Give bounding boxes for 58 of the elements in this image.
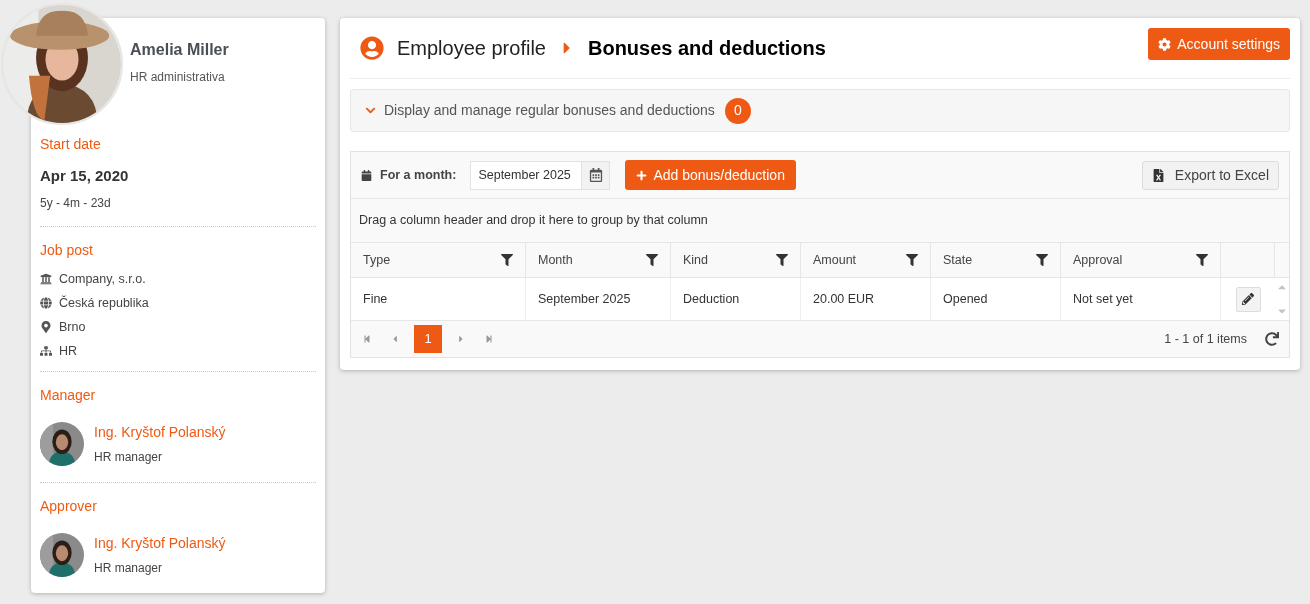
person-role: HR manager: [94, 449, 164, 466]
table-cell: September 2025: [526, 278, 671, 320]
filter-icon: [906, 254, 918, 266]
first-page-icon[interactable]: [363, 335, 371, 343]
table-cell: Opened: [931, 278, 1061, 320]
user-icon: [360, 36, 384, 60]
section-label: Manager: [40, 386, 97, 405]
map-pin-icon: [40, 321, 52, 333]
job-detail: Česká republika: [59, 294, 149, 312]
column-header[interactable]: Type: [351, 243, 526, 277]
job-detail: HR: [59, 342, 78, 360]
breadcrumb-link[interactable]: Employee profile: [397, 33, 546, 63]
filter-icon: [1196, 254, 1208, 266]
plus-icon: [636, 169, 648, 181]
tenure-duration: 5y - 4m - 23d: [40, 195, 112, 212]
calendar-icon: [588, 168, 603, 182]
month-picker[interactable]: September 2025: [470, 160, 611, 190]
section-label: Job post: [40, 241, 94, 260]
table-cell: Fine: [351, 278, 526, 320]
table-cell: 20.00 EUR: [801, 278, 931, 320]
bank-building-icon: [40, 273, 52, 285]
job-detail: Brno: [59, 318, 86, 336]
group-hint: Drag a column header and drop it here to group by that column: [351, 199, 1289, 243]
table-cell: Not set yet: [1061, 278, 1221, 320]
job-detail: Company, s.r.o.: [59, 270, 146, 288]
column-header[interactable]: Approval: [1061, 243, 1221, 277]
person-link[interactable]: Ing. Kryštof Polanský: [94, 533, 226, 554]
filter-icon: [646, 254, 658, 266]
person-role: HR manager: [94, 560, 164, 577]
table-cell: Deduction: [671, 278, 801, 320]
section-label: Start date: [40, 134, 102, 154]
column-header[interactable]: Amount: [801, 243, 931, 277]
person-link[interactable]: Ing. Kryštof Polanský: [94, 422, 226, 443]
count-badge: 0: [724, 97, 751, 124]
filter-icon: [501, 254, 513, 266]
export-button[interactable]: Export to Excel: [1141, 160, 1279, 190]
start-date: Apr 15, 2020: [40, 165, 130, 186]
accordion-header[interactable]: Display and manage regular bonuses and deductions 0: [350, 89, 1290, 132]
pager-summary: 1 - 1 of 1 items: [1164, 330, 1247, 348]
employee-role: HR administrativa: [130, 69, 226, 86]
refresh-icon[interactable]: [1265, 332, 1279, 346]
filter-icon: [776, 254, 788, 266]
last-page-icon[interactable]: [485, 335, 493, 343]
filter-icon: [1036, 254, 1048, 266]
column-header[interactable]: State: [931, 243, 1061, 277]
hierarchy-icon: [40, 345, 52, 357]
settings-icon: [1158, 37, 1172, 51]
globe-icon: [40, 297, 52, 309]
column-header[interactable]: Month: [526, 243, 671, 277]
spreadsheet-file-icon: [1151, 168, 1165, 182]
column-header[interactable]: Kind: [671, 243, 801, 277]
month-label: For a month:: [380, 166, 457, 184]
page-title: Bonuses and deductions: [587, 36, 826, 61]
edit-button[interactable]: [1235, 286, 1261, 312]
employee-name: Amelia Miller: [130, 40, 229, 60]
section-label: Approver: [40, 497, 98, 516]
pencil-icon: [1242, 293, 1254, 305]
calendar-icon: [361, 169, 372, 181]
